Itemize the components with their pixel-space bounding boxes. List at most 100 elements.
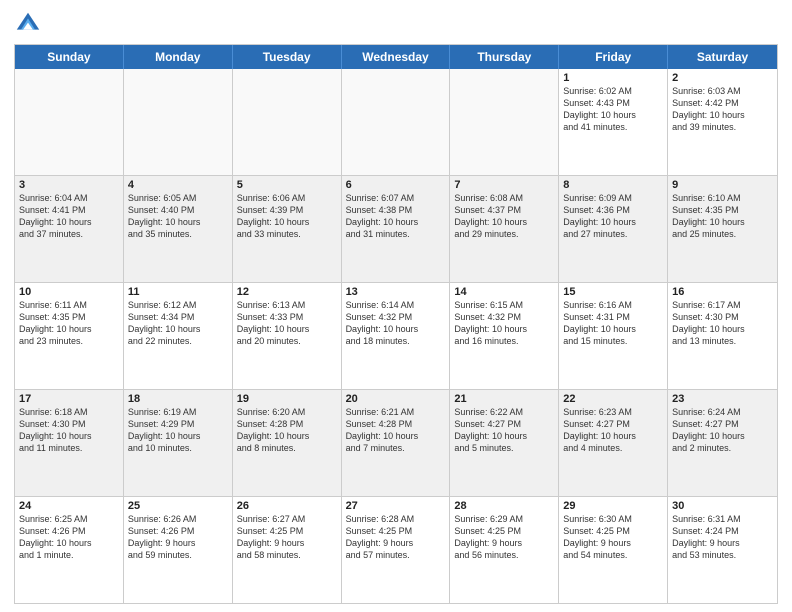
day-info: Sunrise: 6:24 AMSunset: 4:27 PMDaylight:… <box>672 406 773 455</box>
day-cell-25: 25Sunrise: 6:26 AMSunset: 4:26 PMDayligh… <box>124 497 233 603</box>
day-info: Sunrise: 6:12 AMSunset: 4:34 PMDaylight:… <box>128 299 228 348</box>
day-info: Sunrise: 6:19 AMSunset: 4:29 PMDaylight:… <box>128 406 228 455</box>
day-cell-28: 28Sunrise: 6:29 AMSunset: 4:25 PMDayligh… <box>450 497 559 603</box>
day-cell-30: 30Sunrise: 6:31 AMSunset: 4:24 PMDayligh… <box>668 497 777 603</box>
logo <box>14 10 46 38</box>
day-info: Sunrise: 6:23 AMSunset: 4:27 PMDaylight:… <box>563 406 663 455</box>
calendar-body: 1Sunrise: 6:02 AMSunset: 4:43 PMDaylight… <box>15 69 777 603</box>
day-cell-20: 20Sunrise: 6:21 AMSunset: 4:28 PMDayligh… <box>342 390 451 496</box>
calendar-week-5: 24Sunrise: 6:25 AMSunset: 4:26 PMDayligh… <box>15 497 777 603</box>
header-day-thursday: Thursday <box>450 45 559 69</box>
day-info: Sunrise: 6:31 AMSunset: 4:24 PMDaylight:… <box>672 513 773 562</box>
day-number: 21 <box>454 393 554 405</box>
day-number: 10 <box>19 286 119 298</box>
day-info: Sunrise: 6:26 AMSunset: 4:26 PMDaylight:… <box>128 513 228 562</box>
calendar-week-4: 17Sunrise: 6:18 AMSunset: 4:30 PMDayligh… <box>15 390 777 497</box>
day-info: Sunrise: 6:11 AMSunset: 4:35 PMDaylight:… <box>19 299 119 348</box>
day-cell-27: 27Sunrise: 6:28 AMSunset: 4:25 PMDayligh… <box>342 497 451 603</box>
day-info: Sunrise: 6:21 AMSunset: 4:28 PMDaylight:… <box>346 406 446 455</box>
day-cell-9: 9Sunrise: 6:10 AMSunset: 4:35 PMDaylight… <box>668 176 777 282</box>
day-number: 2 <box>672 72 773 84</box>
day-number: 28 <box>454 500 554 512</box>
day-info: Sunrise: 6:16 AMSunset: 4:31 PMDaylight:… <box>563 299 663 348</box>
day-number: 12 <box>237 286 337 298</box>
day-info: Sunrise: 6:29 AMSunset: 4:25 PMDaylight:… <box>454 513 554 562</box>
day-cell-8: 8Sunrise: 6:09 AMSunset: 4:36 PMDaylight… <box>559 176 668 282</box>
day-info: Sunrise: 6:06 AMSunset: 4:39 PMDaylight:… <box>237 192 337 241</box>
day-info: Sunrise: 6:10 AMSunset: 4:35 PMDaylight:… <box>672 192 773 241</box>
day-cell-12: 12Sunrise: 6:13 AMSunset: 4:33 PMDayligh… <box>233 283 342 389</box>
day-info: Sunrise: 6:28 AMSunset: 4:25 PMDaylight:… <box>346 513 446 562</box>
day-number: 3 <box>19 179 119 191</box>
day-cell-1: 1Sunrise: 6:02 AMSunset: 4:43 PMDaylight… <box>559 69 668 175</box>
day-number: 22 <box>563 393 663 405</box>
day-number: 8 <box>563 179 663 191</box>
header-day-friday: Friday <box>559 45 668 69</box>
day-info: Sunrise: 6:05 AMSunset: 4:40 PMDaylight:… <box>128 192 228 241</box>
day-info: Sunrise: 6:18 AMSunset: 4:30 PMDaylight:… <box>19 406 119 455</box>
empty-cell <box>233 69 342 175</box>
day-info: Sunrise: 6:30 AMSunset: 4:25 PMDaylight:… <box>563 513 663 562</box>
empty-cell <box>450 69 559 175</box>
day-info: Sunrise: 6:15 AMSunset: 4:32 PMDaylight:… <box>454 299 554 348</box>
day-number: 20 <box>346 393 446 405</box>
day-number: 7 <box>454 179 554 191</box>
day-cell-14: 14Sunrise: 6:15 AMSunset: 4:32 PMDayligh… <box>450 283 559 389</box>
calendar-week-2: 3Sunrise: 6:04 AMSunset: 4:41 PMDaylight… <box>15 176 777 283</box>
empty-cell <box>15 69 124 175</box>
calendar-week-1: 1Sunrise: 6:02 AMSunset: 4:43 PMDaylight… <box>15 69 777 176</box>
day-info: Sunrise: 6:08 AMSunset: 4:37 PMDaylight:… <box>454 192 554 241</box>
day-cell-22: 22Sunrise: 6:23 AMSunset: 4:27 PMDayligh… <box>559 390 668 496</box>
day-number: 19 <box>237 393 337 405</box>
day-cell-11: 11Sunrise: 6:12 AMSunset: 4:34 PMDayligh… <box>124 283 233 389</box>
header-day-tuesday: Tuesday <box>233 45 342 69</box>
day-info: Sunrise: 6:09 AMSunset: 4:36 PMDaylight:… <box>563 192 663 241</box>
day-cell-17: 17Sunrise: 6:18 AMSunset: 4:30 PMDayligh… <box>15 390 124 496</box>
calendar-header: SundayMondayTuesdayWednesdayThursdayFrid… <box>15 45 777 69</box>
day-cell-19: 19Sunrise: 6:20 AMSunset: 4:28 PMDayligh… <box>233 390 342 496</box>
day-info: Sunrise: 6:14 AMSunset: 4:32 PMDaylight:… <box>346 299 446 348</box>
header-day-wednesday: Wednesday <box>342 45 451 69</box>
day-cell-13: 13Sunrise: 6:14 AMSunset: 4:32 PMDayligh… <box>342 283 451 389</box>
page-container: SundayMondayTuesdayWednesdayThursdayFrid… <box>0 0 792 612</box>
day-info: Sunrise: 6:25 AMSunset: 4:26 PMDaylight:… <box>19 513 119 562</box>
day-number: 13 <box>346 286 446 298</box>
day-info: Sunrise: 6:03 AMSunset: 4:42 PMDaylight:… <box>672 85 773 134</box>
day-number: 26 <box>237 500 337 512</box>
day-number: 11 <box>128 286 228 298</box>
day-info: Sunrise: 6:04 AMSunset: 4:41 PMDaylight:… <box>19 192 119 241</box>
day-cell-29: 29Sunrise: 6:30 AMSunset: 4:25 PMDayligh… <box>559 497 668 603</box>
day-info: Sunrise: 6:17 AMSunset: 4:30 PMDaylight:… <box>672 299 773 348</box>
day-number: 14 <box>454 286 554 298</box>
day-cell-16: 16Sunrise: 6:17 AMSunset: 4:30 PMDayligh… <box>668 283 777 389</box>
header-day-monday: Monday <box>124 45 233 69</box>
day-number: 4 <box>128 179 228 191</box>
day-info: Sunrise: 6:13 AMSunset: 4:33 PMDaylight:… <box>237 299 337 348</box>
day-number: 25 <box>128 500 228 512</box>
day-number: 27 <box>346 500 446 512</box>
day-cell-24: 24Sunrise: 6:25 AMSunset: 4:26 PMDayligh… <box>15 497 124 603</box>
day-cell-23: 23Sunrise: 6:24 AMSunset: 4:27 PMDayligh… <box>668 390 777 496</box>
calendar-week-3: 10Sunrise: 6:11 AMSunset: 4:35 PMDayligh… <box>15 283 777 390</box>
header-day-sunday: Sunday <box>15 45 124 69</box>
day-number: 18 <box>128 393 228 405</box>
day-info: Sunrise: 6:20 AMSunset: 4:28 PMDaylight:… <box>237 406 337 455</box>
day-number: 5 <box>237 179 337 191</box>
header-day-saturday: Saturday <box>668 45 777 69</box>
day-info: Sunrise: 6:02 AMSunset: 4:43 PMDaylight:… <box>563 85 663 134</box>
day-number: 6 <box>346 179 446 191</box>
empty-cell <box>124 69 233 175</box>
day-number: 16 <box>672 286 773 298</box>
day-cell-15: 15Sunrise: 6:16 AMSunset: 4:31 PMDayligh… <box>559 283 668 389</box>
day-cell-7: 7Sunrise: 6:08 AMSunset: 4:37 PMDaylight… <box>450 176 559 282</box>
day-number: 30 <box>672 500 773 512</box>
logo-icon <box>14 10 42 38</box>
day-number: 24 <box>19 500 119 512</box>
day-cell-4: 4Sunrise: 6:05 AMSunset: 4:40 PMDaylight… <box>124 176 233 282</box>
day-cell-21: 21Sunrise: 6:22 AMSunset: 4:27 PMDayligh… <box>450 390 559 496</box>
day-number: 23 <box>672 393 773 405</box>
calendar: SundayMondayTuesdayWednesdayThursdayFrid… <box>14 44 778 604</box>
day-info: Sunrise: 6:22 AMSunset: 4:27 PMDaylight:… <box>454 406 554 455</box>
empty-cell <box>342 69 451 175</box>
day-number: 15 <box>563 286 663 298</box>
